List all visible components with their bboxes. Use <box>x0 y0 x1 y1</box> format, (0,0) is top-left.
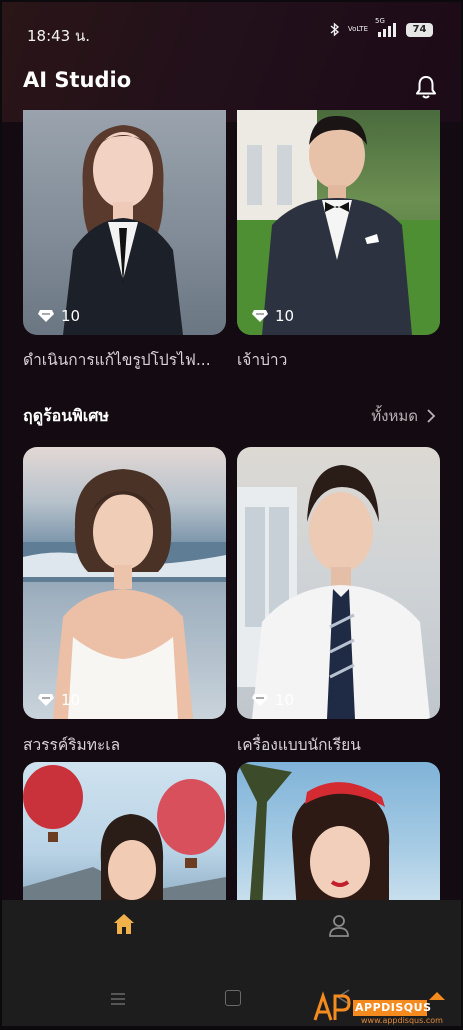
status-time: 18:43 น. <box>27 27 91 45</box>
credit-count: 10 <box>275 691 295 709</box>
credit-badge: 10 <box>251 307 294 325</box>
balloon-woman-image <box>23 765 226 912</box>
watermark-url: www.appdisqus.com <box>361 1016 443 1025</box>
see-all-label: ทั้งหมด <box>371 407 418 425</box>
businesswoman-portrait-image <box>63 125 183 335</box>
retro-woman-image <box>237 762 390 912</box>
beach-woman-portrait-image <box>23 469 226 719</box>
credit-count: 10 <box>61 691 81 709</box>
template-card-balloon[interactable] <box>23 762 226 912</box>
signal-icon: 5G <box>375 17 398 37</box>
card-title[interactable]: สวรรค์ริมทะเล <box>23 732 120 757</box>
network-type-label: 5G <box>375 16 385 25</box>
card-title[interactable]: ดำเนินการแก้ไขรูปโปรไฟ... <box>23 347 211 372</box>
template-card-student-uniform[interactable]: 10 <box>237 447 440 719</box>
app-title: AI Studio <box>23 68 132 92</box>
groom-portrait-image <box>237 110 440 335</box>
credit-count: 10 <box>61 307 81 325</box>
card-title[interactable]: เครื่องแบบนักเรียน <box>237 732 361 757</box>
card-title[interactable]: เจ้าบ่าว <box>237 347 287 372</box>
diamond-icon <box>252 310 268 322</box>
credit-badge: 10 <box>37 691 80 709</box>
section-title: ฤดูร้อนพิเศษ <box>23 406 109 425</box>
template-card-beach[interactable]: 10 <box>23 447 226 719</box>
home-tab-icon[interactable] <box>112 912 136 940</box>
profile-tab-icon[interactable] <box>328 914 350 942</box>
diamond-icon <box>38 694 54 706</box>
notification-bell-icon[interactable] <box>413 74 439 104</box>
template-card-profile-edit[interactable]: 10 <box>23 110 226 335</box>
template-card-groom[interactable]: 10 <box>237 110 440 335</box>
student-boy-portrait-image <box>237 465 430 719</box>
credit-badge: 10 <box>251 691 294 709</box>
recent-apps-icon[interactable] <box>110 991 126 1010</box>
volte-bottom-label: LTE <box>356 25 368 33</box>
battery-indicator: 74 <box>406 22 433 37</box>
watermark-brand: APPDISQUS <box>355 1001 432 1014</box>
watermark-logo: APPDISQUS www.appdisqus.com <box>313 990 453 1026</box>
status-bar: 18:43 น. Vo LTE 5G 74 <box>2 2 461 62</box>
bluetooth-icon <box>330 22 340 37</box>
see-all-link[interactable]: ทั้งหมด <box>371 404 436 428</box>
credit-count: 10 <box>275 307 295 325</box>
diamond-icon <box>252 694 268 706</box>
diamond-icon <box>38 310 54 322</box>
volte-icon: Vo LTE <box>348 26 368 33</box>
credit-badge: 10 <box>37 307 80 325</box>
status-icons: Vo LTE 5G 74 <box>330 17 433 37</box>
template-card-retro[interactable] <box>237 762 440 912</box>
system-home-icon[interactable] <box>225 990 241 1006</box>
chevron-right-icon <box>427 409 436 423</box>
volte-top-label: Vo <box>347 25 357 33</box>
app-screen: 18:43 น. Vo LTE 5G 74 AI Studio 10 ดำเนิ… <box>2 2 461 1026</box>
